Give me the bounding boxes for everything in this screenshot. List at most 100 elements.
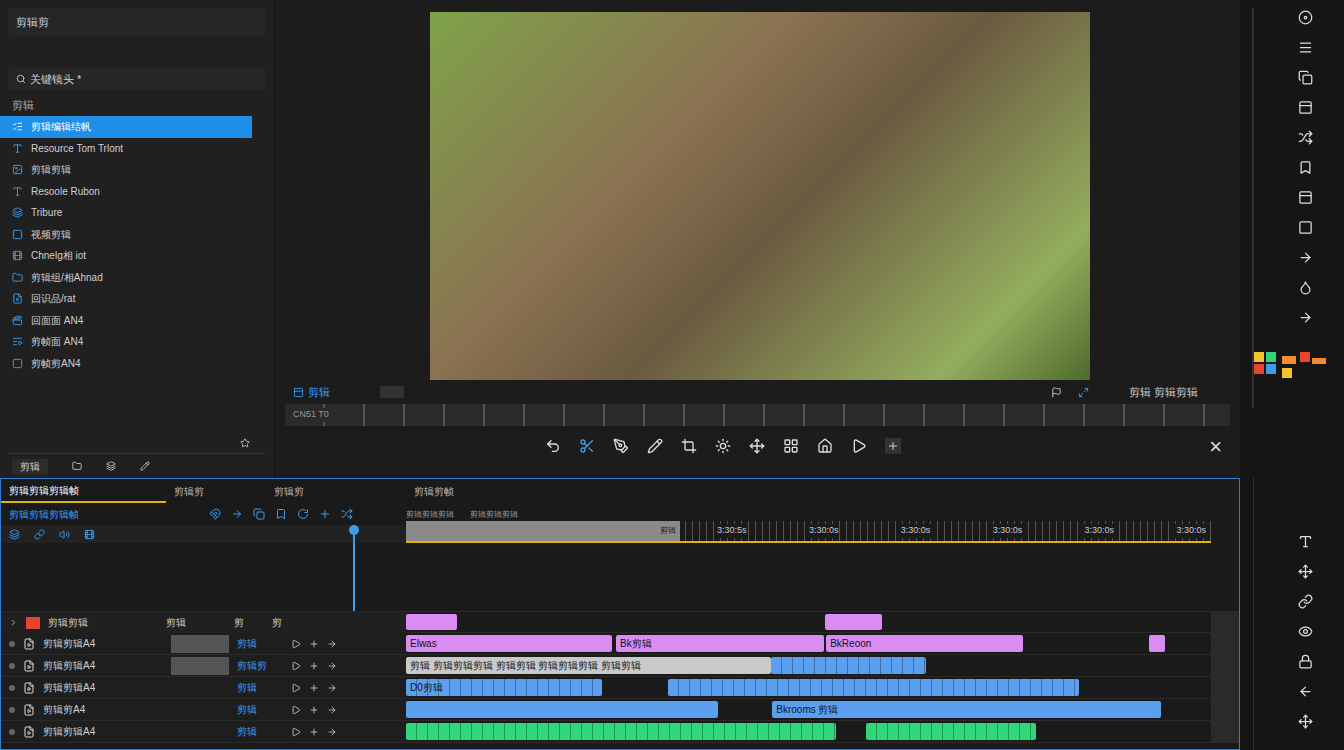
track-box[interactable] [171,679,229,697]
track-lane[interactable] [406,721,1211,743]
timeline-clip[interactable]: BkReoon [826,635,1022,652]
play-icon[interactable] [291,705,301,715]
track-tool-icon[interactable] [9,529,20,540]
playhead[interactable] [353,527,355,611]
play-icon[interactable] [291,661,301,671]
timeline-clip[interactable]: Elwas [406,635,612,652]
track-box[interactable] [171,657,229,675]
add-icon[interactable] [309,661,319,671]
tool-icon[interactable] [715,438,731,454]
track-target[interactable]: 剪辑 [237,702,283,717]
timeline-clip[interactable]: Bk剪辑 [616,635,824,652]
time-ruler[interactable]: 剪辑3:30:5s3:30:0s3:30:0s3:30:0s3:30:0s3:3… [406,521,1211,543]
timeline-clip[interactable] [1149,635,1165,652]
timeline-clip[interactable] [866,723,1036,740]
fit-icon[interactable] [1078,387,1089,398]
side-tool-icon[interactable] [1298,654,1313,669]
track-box[interactable] [171,635,229,653]
folder-icon[interactable] [72,461,82,471]
expand-icon[interactable] [9,618,18,627]
timeline-clip[interactable]: 剪辑 剪辑剪辑剪辑 剪辑剪辑 剪辑剪辑剪辑 剪辑剪辑 [406,657,771,674]
track-lane[interactable]: D0剪辑 [406,677,1211,699]
side-tool-icon[interactable] [1298,714,1313,729]
track-tool-icon[interactable] [84,529,95,540]
timeline-clip[interactable]: D0剪辑 [406,679,602,696]
media-item[interactable]: 剪辑编辑结帆 [0,116,252,138]
media-item[interactable]: 视频剪辑 [0,224,252,246]
timeline-tool-icon[interactable] [209,508,221,520]
tool-icon[interactable] [579,438,595,454]
timeline-tool-icon[interactable] [319,508,331,520]
track-box[interactable] [171,701,229,719]
panel-tool-icon[interactable] [1298,220,1313,235]
side-tool-icon[interactable] [1298,684,1313,699]
view-label[interactable]: 剪辑 [293,384,330,401]
track-target[interactable]: 剪辑 [237,680,283,695]
route-icon[interactable] [327,639,337,649]
tool-icon[interactable] [749,438,765,454]
side-tool-icon[interactable] [1298,534,1313,549]
panel-tool-icon[interactable] [1298,10,1313,25]
search-field[interactable]: 关键镜头 * [8,68,266,90]
timeline-tab[interactable]: 剪辑剪帧 [406,479,462,503]
layers-icon[interactable] [106,461,116,471]
timeline-tab[interactable]: 剪辑剪辑剪辑帧 [1,479,166,503]
media-item[interactable]: Resource Tom Trlont [0,138,252,160]
media-item[interactable]: Tribure [0,202,252,224]
route-icon[interactable] [327,683,337,693]
track-target[interactable]: 剪辑 [237,636,283,651]
timeline-tab[interactable]: 剪辑剪 [166,479,266,503]
panel-tool-icon[interactable] [1298,250,1313,265]
panel-tool-icon[interactable] [1298,310,1313,325]
tool-icon[interactable] [681,438,697,454]
play-icon[interactable] [291,639,301,649]
track-target[interactable]: 剪辑 [237,724,283,739]
edit-icon[interactable] [140,461,150,471]
track-lane[interactable] [406,612,1211,633]
close-button[interactable]: × [1209,430,1222,463]
timeline-clip[interactable] [668,679,1079,696]
track-tool-icon[interactable] [34,529,45,540]
media-item[interactable]: 剪帧剪AN4 [0,353,252,375]
marker-icon[interactable] [1051,387,1062,398]
panel-tool-icon[interactable] [1298,160,1313,175]
track-lane[interactable]: ElwasBk剪辑BkReoon [406,633,1211,655]
panel-tool-icon[interactable] [1298,190,1313,205]
media-item[interactable]: 剪辑组/相Ahnad [0,267,252,289]
tool-icon[interactable] [545,438,561,454]
media-item[interactable]: Resoole Rubon [0,181,252,203]
add-icon[interactable] [309,683,319,693]
track-target[interactable]: 剪辑剪 [237,658,283,673]
timeline-tool-icon[interactable] [275,508,287,520]
route-icon[interactable] [327,727,337,737]
route-icon[interactable] [327,705,337,715]
track-box[interactable] [171,723,229,741]
side-tool-icon[interactable] [1298,594,1313,609]
add-icon[interactable] [309,727,319,737]
add-icon[interactable] [309,639,319,649]
timeline-clip[interactable] [825,614,881,630]
add-icon[interactable] [309,705,319,715]
timeline-tool-icon[interactable] [297,508,309,520]
panel-tool-icon[interactable] [1298,100,1313,115]
media-item[interactable]: Chnelg相 iot [0,245,252,267]
tool-icon[interactable] [783,438,799,454]
timeline-tab[interactable]: 剪辑剪 [266,479,406,503]
timeline-clip[interactable]: Bkrooms 剪辑 [772,701,1161,718]
timeline-clip[interactable] [406,701,718,718]
media-item[interactable]: 回识品/rat [0,288,252,310]
panel-tool-icon[interactable] [1298,40,1313,55]
track-lane[interactable]: Bkrooms 剪辑 [406,699,1211,721]
scrubber[interactable]: CN51 T0 [285,404,1230,426]
side-tool-icon[interactable] [1298,564,1313,579]
timeline-tool-icon[interactable] [341,508,353,520]
track-lane[interactable]: 剪辑 剪辑剪辑剪辑 剪辑剪辑 剪辑剪辑剪辑 剪辑剪辑 [406,655,1211,677]
media-item[interactable]: 剪帧面 AN4 [0,331,252,353]
timeline-tool-icon[interactable] [253,508,265,520]
timeline-tool-icon[interactable] [231,508,243,520]
panel-tool-icon[interactable] [1298,70,1313,85]
panel-tool-icon[interactable] [1298,280,1313,295]
media-item[interactable]: 回面面 AN4 [0,310,252,332]
star-icon[interactable] [240,438,250,448]
route-icon[interactable] [327,661,337,671]
